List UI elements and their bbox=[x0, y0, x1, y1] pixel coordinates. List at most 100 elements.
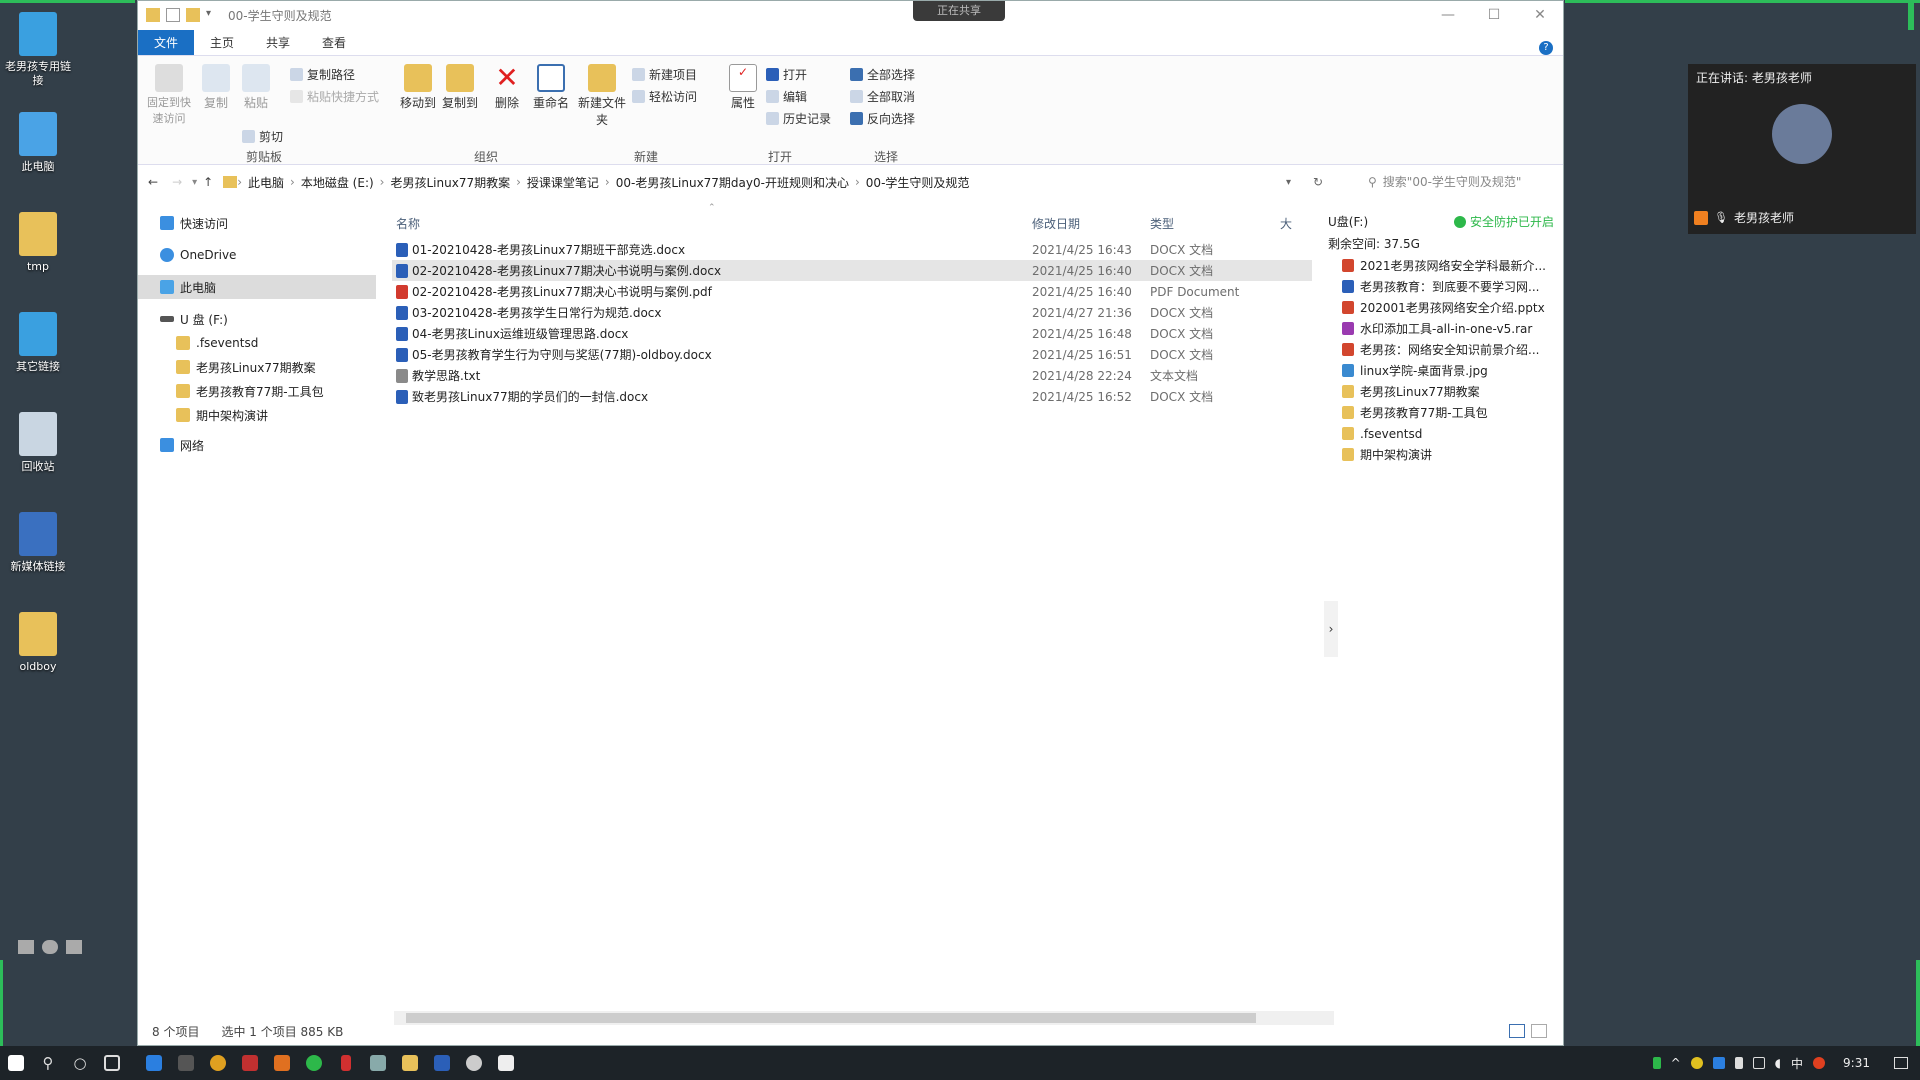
taskbar-app-box[interactable] bbox=[266, 1046, 298, 1080]
taskbar-app-terminal[interactable] bbox=[170, 1046, 202, 1080]
copy-path-button[interactable]: 复制路径 bbox=[290, 66, 355, 83]
file-row[interactable]: 01-20210428-老男孩Linux77期班干部竞选.docx 2021/4/… bbox=[392, 239, 1312, 260]
taskbar-app-recorder[interactable] bbox=[330, 1046, 362, 1080]
file-row[interactable]: 致老男孩Linux77期的学员们的一封信.docx 2021/4/25 16:52… bbox=[392, 386, 1312, 407]
share-banner[interactable]: 正在共享 bbox=[913, 1, 1005, 21]
nav-folder-item[interactable]: 老男孩Linux77期教案 bbox=[138, 355, 376, 379]
properties-button[interactable]: ✓ 属性 bbox=[726, 64, 760, 111]
paste-shortcut-button[interactable]: 粘贴快捷方式 bbox=[290, 88, 379, 105]
tab-share[interactable]: 共享 bbox=[250, 30, 306, 55]
taskbar-app-xmind[interactable] bbox=[234, 1046, 266, 1080]
usb-item[interactable]: 老男孩教育77期-工具包 bbox=[1342, 402, 1558, 423]
minimize-button[interactable]: — bbox=[1425, 1, 1471, 29]
tab-home[interactable]: 主页 bbox=[194, 30, 250, 55]
taskbar-app-meeting[interactable] bbox=[426, 1046, 458, 1080]
breadcrumb-item[interactable]: 本地磁盘 (E:) bbox=[301, 174, 374, 191]
taskbar-app-steam[interactable] bbox=[458, 1046, 490, 1080]
file-row[interactable]: 02-20210428-老男孩Linux77期决心书说明与案例.pdf 2021/… bbox=[392, 281, 1312, 302]
app-tray-icon[interactable] bbox=[1712, 1057, 1725, 1069]
ime-indicator[interactable]: 中 bbox=[1791, 1055, 1803, 1072]
volume-icon[interactable]: ◖ bbox=[1775, 1056, 1781, 1070]
battery-icon[interactable] bbox=[1652, 1057, 1661, 1069]
refresh-icon[interactable]: ↻ bbox=[1313, 175, 1323, 189]
easy-access-button[interactable]: 轻松访问 bbox=[632, 88, 697, 105]
breadcrumb-separator[interactable]: › bbox=[290, 175, 295, 189]
desktop-icon[interactable]: 新媒体链接 bbox=[2, 512, 74, 574]
search-button[interactable]: ⚲ bbox=[32, 1046, 64, 1080]
taskbar-app-notepad[interactable] bbox=[490, 1046, 522, 1080]
network-icon[interactable] bbox=[1752, 1057, 1765, 1069]
nav-this-pc[interactable]: 此电脑 bbox=[138, 275, 376, 299]
nav-network[interactable]: 网络 bbox=[138, 433, 376, 457]
desktop-icon[interactable]: tmp bbox=[2, 212, 74, 274]
select-none-button[interactable]: 全部取消 bbox=[850, 88, 915, 105]
details-view-icon[interactable] bbox=[1509, 1024, 1525, 1038]
security-icon[interactable] bbox=[1690, 1057, 1703, 1069]
tab-file[interactable]: 文件 bbox=[138, 30, 195, 55]
back-icon[interactable]: ← bbox=[148, 175, 158, 189]
move-to-button[interactable]: 移动到 bbox=[398, 64, 438, 111]
column-size[interactable]: 大 bbox=[1280, 215, 1292, 232]
breadcrumb-item[interactable]: 00-老男孩Linux77期day0-开班规则和决心 bbox=[616, 174, 849, 191]
nav-usb-drive[interactable]: U 盘 (F:) bbox=[138, 307, 376, 331]
help-icon[interactable]: ? bbox=[1539, 41, 1553, 55]
recent-chevron-icon[interactable]: ▾ bbox=[192, 177, 197, 188]
cortana-button[interactable]: ○ bbox=[64, 1046, 96, 1080]
breadcrumb-separator[interactable]: › bbox=[380, 175, 385, 189]
usb-item[interactable]: 老男孩Linux77期教案 bbox=[1342, 381, 1558, 402]
usb-item[interactable]: 水印添加工具-all-in-one-v5.rar bbox=[1342, 318, 1558, 339]
usb-item[interactable]: 期中架构演讲 bbox=[1342, 444, 1558, 465]
new-folder-button[interactable]: 新建文件夹 bbox=[578, 64, 626, 128]
copy-button[interactable]: 复制 bbox=[198, 64, 234, 111]
pin-quick-access-button[interactable]: 固定到快速访问 bbox=[142, 64, 196, 126]
usb-item[interactable]: 2021老男孩网络安全学科最新介... bbox=[1342, 255, 1558, 276]
taskbar-app-edge[interactable] bbox=[138, 1046, 170, 1080]
nav-onedrive[interactable]: OneDrive bbox=[138, 243, 376, 267]
breadcrumb-item[interactable]: 老男孩Linux77期教案 bbox=[390, 174, 510, 191]
forward-icon[interactable]: → bbox=[172, 175, 182, 189]
breadcrumb-item[interactable]: 此电脑 bbox=[248, 174, 284, 191]
cut-button[interactable]: 剪切 bbox=[242, 128, 283, 145]
taskbar-app-chrome[interactable] bbox=[202, 1046, 234, 1080]
file-row[interactable]: 03-20210428-老男孩学生日常行为规范.docx 2021/4/27 21… bbox=[392, 302, 1312, 323]
microphone-icon[interactable] bbox=[1734, 1057, 1743, 1069]
usb-item[interactable]: linux学院-桌面背景.jpg bbox=[1342, 360, 1558, 381]
sogou-icon[interactable] bbox=[1813, 1057, 1826, 1069]
rename-button[interactable]: 重命名 bbox=[530, 64, 572, 111]
search-input[interactable]: ⚲ 搜索"00-学生守则及规范" bbox=[1368, 171, 1548, 193]
clock[interactable]: 9:31 bbox=[1843, 1056, 1870, 1070]
notification-icon[interactable] bbox=[1894, 1057, 1908, 1069]
history-button[interactable]: 历史记录 bbox=[766, 110, 831, 127]
desktop-icon[interactable]: 老男孩专用链接 bbox=[2, 12, 74, 88]
copy-to-button[interactable]: 复制到 bbox=[440, 64, 480, 111]
invert-selection-button[interactable]: 反向选择 bbox=[850, 110, 915, 127]
nav-quick-access[interactable]: 快速访问 bbox=[138, 211, 376, 235]
usb-item[interactable]: .fseventsd bbox=[1342, 423, 1558, 444]
column-type[interactable]: 类型 bbox=[1150, 215, 1174, 232]
grid-icon[interactable] bbox=[18, 940, 34, 954]
delete-button[interactable]: ✕ 删除 bbox=[490, 64, 524, 111]
breadcrumb-separator[interactable]: › bbox=[237, 175, 242, 189]
desktop-icon[interactable]: oldboy bbox=[2, 612, 74, 674]
tab-view[interactable]: 查看 bbox=[306, 30, 362, 55]
column-name[interactable]: 名称 bbox=[396, 215, 420, 232]
breadcrumb-item[interactable]: 00-学生守则及规范 bbox=[866, 174, 970, 191]
open-button[interactable]: 打开 bbox=[766, 66, 807, 83]
chevron-up-icon[interactable]: ^ bbox=[1671, 1056, 1681, 1070]
file-row[interactable]: 教学思路.txt 2021/4/28 22:24 文本文档 bbox=[392, 365, 1312, 386]
file-row[interactable]: 04-老男孩Linux运维班级管理思路.docx 2021/4/25 16:48 D… bbox=[392, 323, 1312, 344]
maximize-button[interactable]: ☐ bbox=[1471, 1, 1517, 29]
breadcrumb-item[interactable]: 授课课堂笔记 bbox=[527, 174, 599, 191]
screen-icon[interactable] bbox=[66, 940, 82, 954]
chat-icon[interactable] bbox=[42, 940, 58, 954]
edit-button[interactable]: 编辑 bbox=[766, 88, 807, 105]
address-dropdown-icon[interactable]: ▾ bbox=[1286, 177, 1291, 188]
task-view-button[interactable] bbox=[96, 1046, 128, 1080]
close-button[interactable]: ✕ bbox=[1517, 1, 1563, 29]
taskbar-app-network[interactable] bbox=[362, 1046, 394, 1080]
start-button[interactable] bbox=[0, 1046, 32, 1080]
breadcrumb-separator[interactable]: › bbox=[605, 175, 610, 189]
new-item-button[interactable]: 新建项目 bbox=[632, 66, 697, 83]
nav-folder-item[interactable]: .fseventsd bbox=[138, 331, 376, 355]
nav-folder-item[interactable]: 期中架构演讲 bbox=[138, 403, 376, 427]
